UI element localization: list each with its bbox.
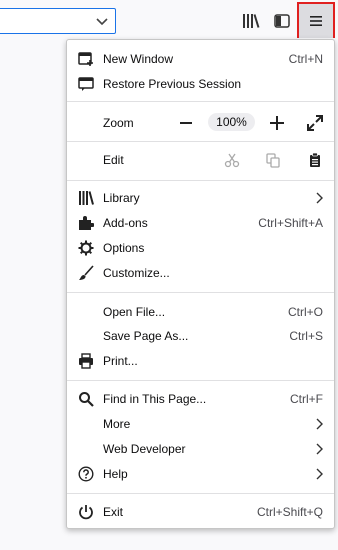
menu-item-label: Open File... (103, 305, 166, 319)
chevron-right-icon (316, 443, 323, 455)
addons-icon (79, 216, 94, 230)
menu-item-label: Customize... (103, 266, 170, 280)
menu-item-open-file[interactable]: Open File... Ctrl+O (67, 300, 334, 324)
sidebar-button[interactable] (270, 9, 294, 33)
menu-item-label: Print... (103, 354, 138, 368)
sidebar-icon (274, 14, 290, 28)
chevron-right-icon (316, 418, 323, 430)
hamburger-menu-icon (310, 16, 322, 26)
shortcut-text: Ctrl+F (290, 392, 323, 406)
url-bar[interactable] (0, 8, 116, 34)
menu-separator (67, 493, 334, 494)
library-icon (79, 191, 94, 205)
menu-item-customize[interactable]: Customize... (67, 261, 334, 285)
fullscreen-icon (307, 115, 323, 131)
chevron-right-icon (316, 468, 323, 480)
menu-item-label: Web Developer (103, 442, 186, 456)
search-icon (79, 392, 94, 407)
menu-item-label: Exit (103, 505, 124, 519)
menu-item-label: Save Page As... (103, 329, 189, 343)
zoom-reset-button[interactable]: 100% (208, 113, 255, 131)
new-window-icon (78, 52, 93, 66)
menu-item-library[interactable]: Library (67, 186, 334, 210)
library-icon (243, 14, 260, 28)
menu-item-edit: Edit (67, 148, 334, 172)
shortcut-text: Ctrl+O (287, 305, 323, 319)
menu-item-label: Restore Previous Session (103, 77, 242, 91)
menu-separator (67, 101, 334, 102)
printer-icon (79, 353, 93, 369)
zoom-out-icon (180, 122, 192, 124)
menu-item-label: Edit (103, 153, 124, 167)
restore-session-icon (78, 77, 94, 91)
paste-icon[interactable] (307, 152, 323, 168)
open-menu-button[interactable] (297, 2, 335, 40)
shortcut-text: Ctrl+Shift+A (258, 216, 323, 230)
shortcut-text: Ctrl+Shift+Q (256, 505, 323, 519)
menu-item-label: Library (103, 191, 140, 205)
menu-item-print[interactable]: Print... (67, 349, 334, 373)
help-icon (78, 466, 94, 482)
menu-item-more[interactable]: More (67, 412, 334, 436)
fullscreen-button[interactable] (303, 111, 327, 135)
zoom-out-button[interactable] (174, 111, 198, 135)
gear-icon (78, 240, 94, 256)
chevron-down-icon[interactable] (95, 14, 109, 28)
chevron-right-icon (316, 192, 323, 204)
menu-separator (67, 292, 334, 293)
shortcut-text: Ctrl+S (289, 329, 323, 343)
menu-separator (67, 141, 334, 142)
menu-item-label: Find in This Page... (103, 392, 207, 406)
paintbrush-icon (79, 265, 94, 280)
cut-icon[interactable] (224, 152, 240, 168)
menu-item-label: Add-ons (103, 216, 148, 230)
menu-item-exit[interactable]: Exit Ctrl+Shift+Q (67, 500, 334, 524)
app-menu-panel: New Window Ctrl+N Restore Previous Sessi… (66, 39, 335, 529)
menu-item-help[interactable]: Help (67, 462, 334, 486)
menu-separator (67, 180, 334, 181)
menu-item-zoom: Zoom 100% (67, 109, 334, 137)
menu-item-save-page[interactable]: Save Page As... Ctrl+S (67, 324, 334, 348)
menu-item-addons[interactable]: Add-ons Ctrl+Shift+A (67, 211, 334, 235)
menu-item-label: New Window (103, 52, 174, 66)
menu-item-label: Zoom (103, 116, 134, 130)
zoom-in-icon (270, 116, 284, 130)
menu-item-web-developer[interactable]: Web Developer (67, 437, 334, 461)
menu-separator (67, 380, 334, 381)
menu-item-label: Options (103, 241, 145, 255)
library-button[interactable] (239, 9, 263, 33)
power-icon (79, 505, 93, 520)
zoom-in-button[interactable] (265, 111, 289, 135)
menu-item-label: More (103, 417, 131, 431)
copy-icon[interactable] (265, 152, 281, 168)
menu-item-label: Help (103, 467, 128, 481)
menu-item-new-window[interactable]: New Window Ctrl+N (67, 47, 334, 71)
shortcut-text: Ctrl+N (288, 52, 323, 66)
menu-item-restore-session[interactable]: Restore Previous Session (67, 72, 334, 96)
menu-item-find[interactable]: Find in This Page... Ctrl+F (67, 387, 334, 411)
menu-item-options[interactable]: Options (67, 236, 334, 260)
browser-toolbar (0, 0, 338, 40)
